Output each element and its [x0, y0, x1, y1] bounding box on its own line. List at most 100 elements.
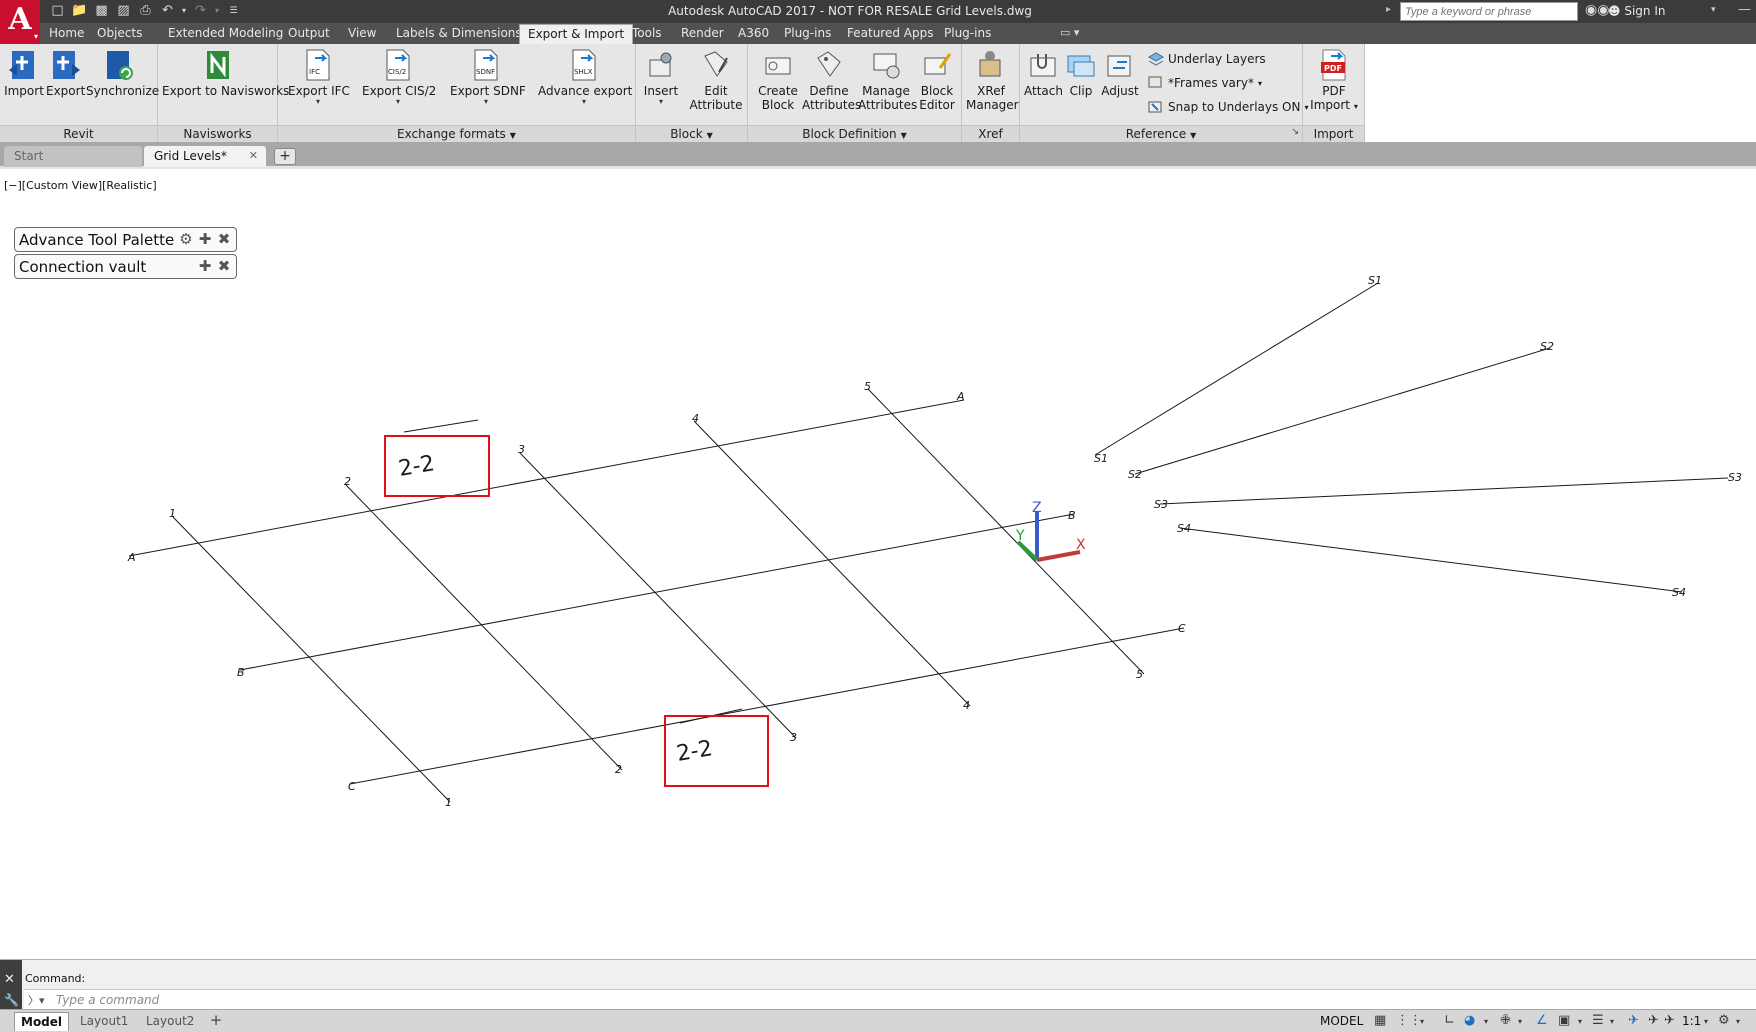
annotation-visibility-icon[interactable]: ✈	[1648, 1013, 1659, 1028]
export-sdnf-dropdown-icon[interactable]: ▾	[450, 98, 522, 106]
revit-synchronize-button[interactable]: Synchronize	[86, 48, 159, 98]
layout-tab-layout2[interactable]: Layout2	[140, 1012, 200, 1031]
annotation-scale[interactable]: 1:1	[1682, 1014, 1701, 1028]
pdf-import-button[interactable]: PDF PDF Import ▾	[1307, 48, 1361, 114]
edit-attribute-button[interactable]: Edit Attribute	[686, 48, 746, 112]
manage-attributes-button[interactable]: Manage Attributes	[858, 48, 917, 112]
scale-dropdown-icon[interactable]: ▾	[1704, 1017, 1708, 1026]
grid-line-b[interactable]	[239, 513, 1075, 671]
command-line-handle[interactable]: ✕ 🔧	[0, 960, 22, 1010]
gear-icon[interactable]: ⚙	[1718, 1013, 1730, 1028]
tab-tools[interactable]: Tools	[632, 26, 662, 40]
export-to-navisworks-button[interactable]: Export to Navisworks	[162, 48, 289, 98]
grid-line-3[interactable]	[519, 452, 797, 739]
tab-featured-apps[interactable]: Featured Apps	[847, 26, 933, 40]
file-tab-start[interactable]: Start	[4, 146, 142, 167]
expand-search-icon[interactable]: ▸	[1386, 4, 1391, 15]
grid-line-s2[interactable]	[1134, 347, 1551, 475]
close-icon[interactable]: ✖	[216, 231, 232, 247]
grid-line-4[interactable]	[693, 420, 971, 707]
lineweight-icon[interactable]: ☰	[1592, 1013, 1604, 1028]
tab-output[interactable]: Output	[288, 26, 330, 40]
grid-line-a[interactable]	[128, 399, 965, 557]
gear-icon[interactable]: ⚙	[178, 231, 194, 247]
tab-plug-ins[interactable]: Plug-ins	[784, 26, 831, 40]
add-layout-button[interactable]: +	[206, 1012, 226, 1030]
isodraft-dropdown-icon[interactable]: ▾	[1518, 1017, 1522, 1026]
tab-extended-modeling[interactable]: Extended Modeling	[168, 26, 283, 40]
grid-display-icon[interactable]: ▦	[1374, 1013, 1386, 1028]
isodraft-icon[interactable]: ✙	[1500, 1013, 1511, 1028]
grid-line-1[interactable]	[172, 516, 451, 803]
tab-render[interactable]: Render	[681, 26, 724, 40]
advance-tool-palette[interactable]: Advance Tool Palette ⚙ ✚ ✖	[14, 227, 237, 252]
attach-button[interactable]: Attach	[1024, 48, 1063, 98]
plus-icon[interactable]: ✚	[197, 258, 213, 274]
drawing-canvas[interactable]: A B C A B C 1 2 3 4 5 1 2 3 4 5 S1 S2 S3…	[0, 172, 1756, 959]
tab-view[interactable]: View	[348, 26, 376, 40]
undo-dropdown-icon[interactable]: ▾	[180, 2, 188, 20]
open-file-icon[interactable]: 📁	[70, 2, 89, 20]
insert-dropdown-icon[interactable]: ▾	[638, 98, 684, 106]
new-file-icon[interactable]: □	[48, 2, 67, 20]
redo-dropdown-icon[interactable]: ▾	[213, 2, 221, 20]
command-prompt-icon[interactable]: 〉▾	[28, 992, 45, 1008]
panel-title-exchange-formats[interactable]: Exchange formats ▼	[278, 125, 635, 142]
export-ifc-button[interactable]: IFC Export IFC ▾	[288, 48, 350, 106]
block-editor-button[interactable]: Block Editor	[916, 48, 958, 112]
sign-in-button[interactable]: ☻ Sign In	[1608, 4, 1665, 18]
export-ifc-dropdown-icon[interactable]: ▾	[288, 98, 348, 106]
advance-export-button[interactable]: SHLX Advance export ▾	[538, 48, 632, 106]
tab-export-import[interactable]: Export & Import	[519, 24, 634, 45]
grid-line-s3[interactable]	[1159, 477, 1729, 505]
advance-export-dropdown-icon[interactable]: ▾	[538, 98, 630, 106]
object-snap-tracking-icon[interactable]: ∠	[1536, 1013, 1548, 1028]
tab-home[interactable]: Home	[49, 26, 84, 40]
layout-tab-model[interactable]: Model	[14, 1012, 70, 1031]
new-tab-button[interactable]: +	[274, 148, 296, 165]
print-icon[interactable]: ⎙	[136, 2, 155, 20]
file-tab-grid-levels[interactable]: Grid Levels* ✕	[144, 146, 266, 167]
grid-line-s1[interactable]	[1094, 282, 1379, 456]
frames-vary-dropdown[interactable]: *Frames vary* ▾	[1148, 76, 1262, 90]
tab-a360[interactable]: A360	[738, 26, 769, 40]
object-snap-icon[interactable]: ▣	[1558, 1013, 1570, 1028]
grid-line-s4[interactable]	[1179, 527, 1683, 593]
section-line-top[interactable]	[403, 419, 479, 433]
panel-title-block[interactable]: Block ▼	[636, 125, 747, 142]
export-cis2-dropdown-icon[interactable]: ▾	[362, 98, 434, 106]
panel-title-reference[interactable]: Reference ▼ ↘	[1020, 125, 1302, 142]
close-icon[interactable]: ✖	[216, 258, 232, 274]
sign-in-dropdown-icon[interactable]: ▾	[1711, 5, 1716, 15]
workspace-dropdown-icon[interactable]: ▾	[1736, 1017, 1740, 1026]
auto-scale-icon[interactable]: ✈	[1664, 1013, 1675, 1028]
polar-tracking-icon[interactable]: ◕	[1464, 1013, 1475, 1028]
pdf-import-dropdown-icon[interactable]: ▾	[1354, 102, 1358, 111]
xref-manager-button[interactable]: XRef Manager	[966, 48, 1019, 112]
polar-dropdown-icon[interactable]: ▾	[1484, 1017, 1488, 1026]
customize-qat-icon[interactable]: ☰	[224, 2, 243, 20]
tab-labels-dimensions[interactable]: Labels & Dimensions	[396, 26, 522, 40]
wrench-icon[interactable]: 🔧	[4, 993, 19, 1007]
revit-import-button[interactable]: Import	[4, 48, 44, 98]
tab-objects[interactable]: Objects	[97, 26, 142, 40]
lineweight-dropdown-icon[interactable]: ▾	[1610, 1017, 1614, 1026]
drawing-viewport[interactable]: A B C A B C 1 2 3 4 5 1 2 3 4 5 S1 S2 S3…	[0, 172, 1756, 959]
ortho-icon[interactable]: ∟	[1444, 1013, 1455, 1028]
grid-line-5[interactable]	[867, 388, 1145, 675]
viewport-controls[interactable]: [−][Custom View][Realistic]	[4, 179, 157, 192]
grid-line-2[interactable]	[345, 484, 623, 771]
clip-button[interactable]: Clip	[1064, 48, 1098, 98]
adjust-button[interactable]: Adjust	[1100, 48, 1140, 98]
revit-export-button[interactable]: Export	[46, 48, 85, 98]
underlay-layers-button[interactable]: Underlay Layers	[1148, 52, 1266, 66]
annotation-monitor-icon[interactable]: ✈	[1628, 1013, 1639, 1028]
object-snap-dropdown-icon[interactable]: ▾	[1578, 1017, 1582, 1026]
tab-plug-ins-2[interactable]: Plug-ins	[944, 26, 991, 40]
save-icon[interactable]: ▩	[92, 2, 111, 20]
command-input[interactable]	[56, 991, 1736, 1008]
create-block-button[interactable]: Create Block	[756, 48, 800, 112]
snap-dropdown-icon[interactable]: ▾	[1420, 1017, 1424, 1026]
plus-icon[interactable]: ✚	[197, 231, 213, 247]
panel-title-block-definition[interactable]: Block Definition ▼	[748, 125, 961, 142]
